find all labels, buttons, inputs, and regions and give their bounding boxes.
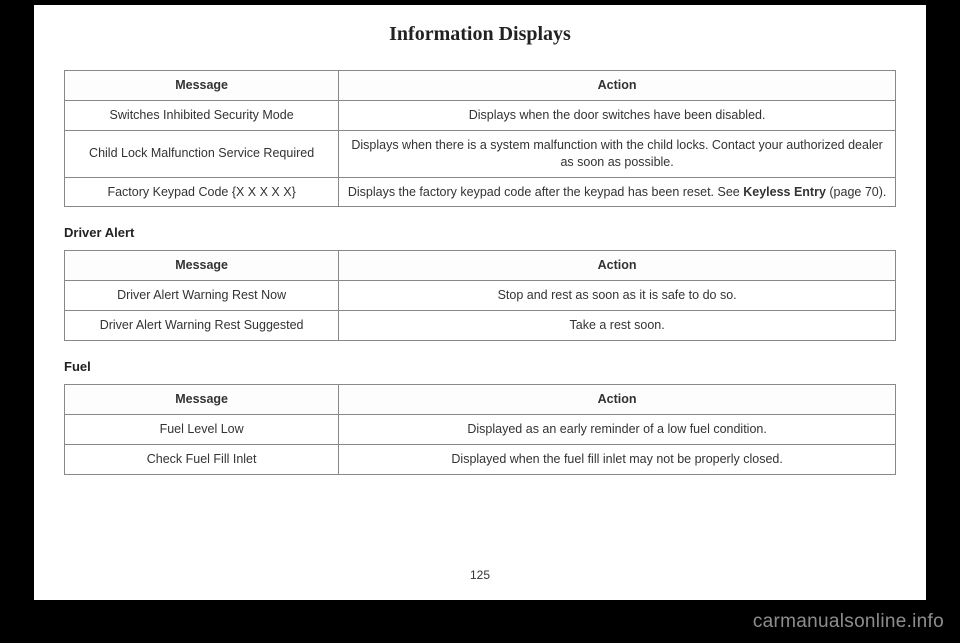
cell-action: Displayed when the fuel fill inlet may n… (339, 444, 896, 474)
header-message: Message (65, 385, 339, 415)
cell-action: Displays the factory keypad code after t… (339, 177, 896, 207)
messages-table-fuel: Message Action Fuel Level Low Displayed … (64, 384, 896, 475)
cell-action: Stop and rest as soon as it is safe to d… (339, 281, 896, 311)
table-row: Factory Keypad Code {X X X X X} Displays… (65, 177, 896, 207)
section-title-driver-alert: Driver Alert (64, 225, 896, 240)
manual-page: Information Displays Message Action Swit… (34, 5, 926, 600)
cell-message: Check Fuel Fill Inlet (65, 444, 339, 474)
table-row: Fuel Level Low Displayed as an early rem… (65, 414, 896, 444)
header-message: Message (65, 71, 339, 101)
watermark: carmanualsonline.info (753, 611, 944, 633)
cell-action: Displayed as an early reminder of a low … (339, 414, 896, 444)
table-header-row: Message Action (65, 71, 896, 101)
cell-action: Displays when there is a system malfunct… (339, 130, 896, 177)
page-number: 125 (34, 568, 926, 582)
page-title: Information Displays (64, 23, 896, 46)
header-message: Message (65, 251, 339, 281)
cell-message: Fuel Level Low (65, 414, 339, 444)
action-text-pre: Displays the factory keypad code after t… (348, 185, 743, 199)
action-text-post: (page 70). (826, 185, 886, 199)
table-header-row: Message Action (65, 385, 896, 415)
header-action: Action (339, 71, 896, 101)
section-title-fuel: Fuel (64, 359, 896, 374)
table-row: Switches Inhibited Security Mode Display… (65, 100, 896, 130)
cell-action: Take a rest soon. (339, 311, 896, 341)
cell-message: Child Lock Malfunction Service Required (65, 130, 339, 177)
table-row: Check Fuel Fill Inlet Displayed when the… (65, 444, 896, 474)
table-row: Driver Alert Warning Rest Now Stop and r… (65, 281, 896, 311)
messages-table-driver-alert: Message Action Driver Alert Warning Rest… (64, 250, 896, 341)
table-header-row: Message Action (65, 251, 896, 281)
cell-action: Displays when the door switches have bee… (339, 100, 896, 130)
cell-message: Switches Inhibited Security Mode (65, 100, 339, 130)
table-row: Driver Alert Warning Rest Suggested Take… (65, 311, 896, 341)
header-action: Action (339, 385, 896, 415)
header-action: Action (339, 251, 896, 281)
table-row: Child Lock Malfunction Service Required … (65, 130, 896, 177)
messages-table-1: Message Action Switches Inhibited Securi… (64, 70, 896, 207)
action-link-text: Keyless Entry (743, 185, 826, 199)
cell-message: Driver Alert Warning Rest Suggested (65, 311, 339, 341)
cell-message: Driver Alert Warning Rest Now (65, 281, 339, 311)
cell-message: Factory Keypad Code {X X X X X} (65, 177, 339, 207)
